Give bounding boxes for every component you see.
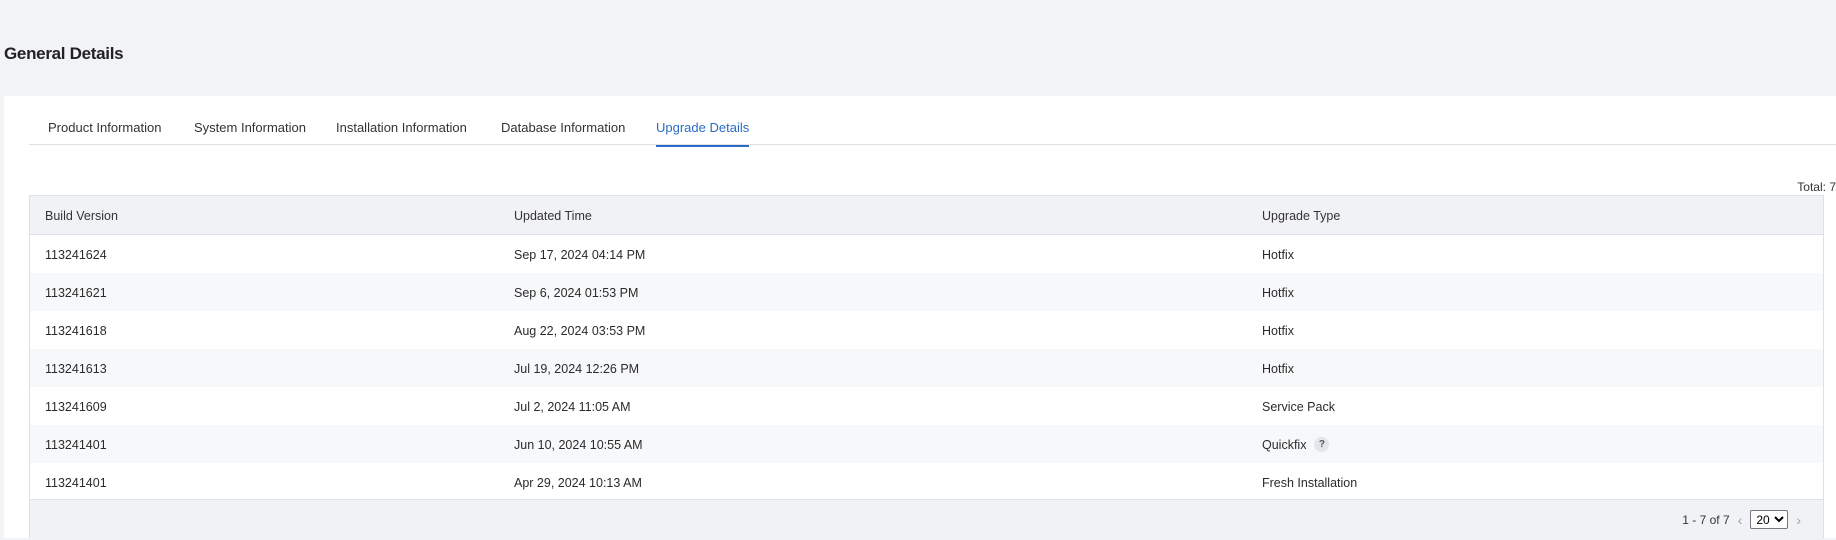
tab-database-information[interactable]: Database Information [501,120,625,135]
upgrade-type-cell: Hotfix [1262,286,1294,300]
tab-bar: Product Information System Information I… [29,96,1836,147]
tab-system-information[interactable]: System Information [194,120,306,135]
table-row: 113241401 Apr 29, 2024 10:13 AM Fresh In… [30,463,1823,501]
table-row: 113241609 Jul 2, 2024 11:05 AM Service P… [30,387,1823,425]
help-icon[interactable]: ? [1314,437,1330,453]
updated-time-cell: Jun 10, 2024 10:55 AM [514,438,643,452]
table-row: 113241618 Aug 22, 2024 03:53 PM Hotfix [30,311,1823,349]
column-header-build-version[interactable]: Build Version [45,209,118,223]
updated-time-cell: Sep 17, 2024 04:14 PM [514,248,646,262]
build-version-cell: 113241401 [45,476,107,490]
chevron-left-icon[interactable]: ‹ [1738,512,1743,528]
chevron-right-icon[interactable]: › [1796,512,1801,528]
build-version-cell: 113241621 [45,286,107,300]
table-footer: 1 - 7 of 7 ‹ 20 › [30,499,1823,540]
column-header-upgrade-type[interactable]: Upgrade Type [1262,209,1340,223]
updated-time-cell: Jul 19, 2024 12:26 PM [514,362,640,376]
table-header: Build Version Updated Time Upgrade Type [30,196,1823,235]
upgrade-type-cell: Fresh Installation [1262,476,1358,490]
page-title: General Details [4,44,124,63]
tab-upgrade-details[interactable]: Upgrade Details [656,120,750,147]
table-row: 113241401 Jun 10, 2024 10:55 AM Quickfix… [30,425,1823,463]
page-size-select[interactable]: 20 [1750,510,1789,529]
updated-time-cell: Jul 2, 2024 11:05 AM [514,400,631,414]
build-version-cell: 113241609 [45,400,107,414]
upgrade-type-label: Quickfix [1262,438,1307,452]
upgrade-type-cell: Hotfix [1262,362,1294,376]
tab-product-information[interactable]: Product Information [48,120,161,135]
column-header-updated-time[interactable]: Updated Time [514,209,592,223]
details-panel: Product Information System Information I… [4,96,1836,540]
pagination: 1 - 7 of 7 ‹ 20 › [1682,510,1809,529]
upgrade-type-cell: Hotfix [1262,324,1294,338]
upgrade-type-cell: Hotfix [1262,248,1294,262]
total-count: Total: 7 [1797,180,1836,194]
table-row: 113241621 Sep 6, 2024 01:53 PM Hotfix [30,273,1823,311]
table-row: 113241613 Jul 19, 2024 12:26 PM Hotfix [30,349,1823,387]
table-row: 113241624 Sep 17, 2024 04:14 PM Hotfix [30,235,1823,273]
upgrade-table: Build Version Updated Time Upgrade Type … [29,195,1824,540]
updated-time-cell: Aug 22, 2024 03:53 PM [514,324,646,338]
tab-installation-information[interactable]: Installation Information [336,120,467,135]
updated-time-cell: Sep 6, 2024 01:53 PM [514,286,639,300]
build-version-cell: 113241624 [45,248,107,262]
upgrade-type-cell: Quickfix? [1262,437,1330,453]
updated-time-cell: Apr 29, 2024 10:13 AM [514,476,642,490]
pagination-range: 1 - 7 of 7 [1682,512,1730,527]
build-version-cell: 113241613 [45,362,107,376]
upgrade-type-cell: Service Pack [1262,400,1335,414]
build-version-cell: 113241401 [45,438,107,452]
build-version-cell: 113241618 [45,324,107,338]
